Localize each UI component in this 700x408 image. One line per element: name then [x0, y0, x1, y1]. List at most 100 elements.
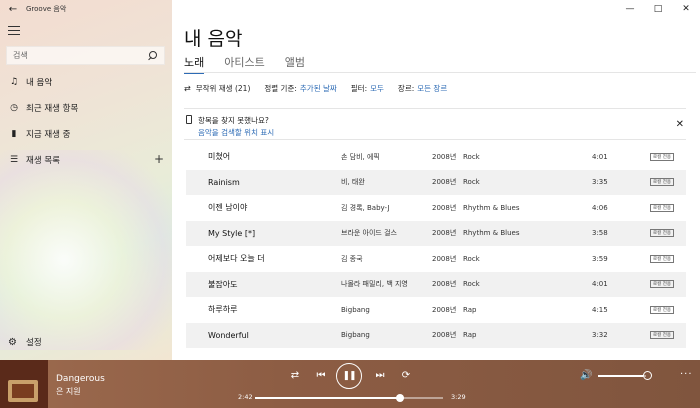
song-row[interactable]: Wonderful Bigbang 2008년 Rap 3:32 로컬 전용 [186, 322, 686, 348]
song-duration: 3:32 [592, 331, 608, 340]
pause-button[interactable]: ❚❚ [336, 363, 362, 389]
song-year: 2008년 [432, 229, 457, 238]
window-controls: — □ ✕ [616, 0, 700, 18]
local-only-badge: 로컬 전용 [650, 203, 674, 212]
song-genre: Rock [463, 254, 480, 263]
more-options-icon[interactable]: ··· [680, 369, 693, 380]
song-title: 하루하루 [208, 305, 238, 315]
show-music-locations-link[interactable]: 음악을 검색할 위치 표시 [198, 127, 274, 138]
local-only-badge: 로컬 전용 [650, 229, 674, 238]
genre-dropdown[interactable]: 장르: 모든 장르 [398, 83, 447, 94]
settings-button[interactable]: ⚙ 설정 [0, 334, 172, 350]
volume-handle[interactable] [643, 371, 652, 380]
nav-item-now-playing[interactable]: ▮ 지금 재생 중 [0, 125, 172, 143]
song-year: 2008년 [432, 178, 457, 187]
song-genre: Rhythm & Blues [463, 203, 520, 212]
title-bar: ← Groove 음악 [0, 0, 66, 18]
search-icon[interactable] [148, 50, 158, 61]
song-genre: Rap [463, 305, 477, 314]
shuffle-button[interactable]: ⇄ [288, 368, 302, 382]
song-row[interactable]: My Style [*] 브라운 아이드 걸스 2008년 Rhythm & Blue… [186, 220, 686, 246]
now-playing-title[interactable]: Dangerous [56, 374, 105, 384]
genre-value: 모든 장르 [417, 84, 448, 93]
song-duration: 4:15 [592, 305, 608, 314]
pause-icon: ❚❚ [342, 371, 356, 381]
album-art[interactable] [0, 360, 48, 408]
song-duration: 3:58 [592, 229, 608, 238]
song-artist: Bigbang [341, 305, 370, 314]
gear-icon: ⚙ [8, 336, 17, 348]
search-box[interactable] [6, 46, 165, 65]
song-title: My Style [*] [208, 228, 256, 238]
tab-songs[interactable]: 노래 [184, 54, 205, 74]
tab-artists[interactable]: 아티스트 [224, 54, 264, 74]
main-content: — □ ✕ 내 음악 노래 아티스트 앨범 ⇄ 무작위 재생 (21) 정렬 기… [172, 0, 700, 360]
song-title: Rainism [208, 177, 240, 187]
song-year: 2008년 [432, 331, 457, 340]
local-only-badge: 로컬 전용 [650, 178, 674, 187]
tab-bar: 노래 아티스트 앨범 [184, 54, 325, 74]
back-button[interactable]: ← [0, 0, 26, 18]
song-year: 2008년 [432, 152, 457, 161]
bars-icon: ▮ [11, 129, 17, 139]
song-artist: 브라운 아이드 걸스 [341, 229, 397, 238]
nav-item-my-music[interactable]: ♫ 내 음악 [0, 73, 172, 91]
song-title: 어제보다 오늘 더 [208, 254, 265, 264]
song-row[interactable]: 하루하루 Bigbang 2008년 Rap 4:15 로컬 전용 [186, 297, 686, 323]
skip-back-icon: ⏮ [316, 369, 326, 381]
album-art-center [12, 384, 34, 398]
player-bar: Dangerous 은 지원 ⇄ ⏮ ❚❚ ⏭ ⟳ 2:42 3:29 🔊 ··… [0, 360, 700, 408]
song-year: 2008년 [432, 254, 457, 263]
song-title: Wonderful [208, 330, 249, 340]
sort-label: 정렬 기준: [264, 84, 297, 93]
minimize-button[interactable]: — [616, 0, 644, 18]
seek-bar[interactable] [255, 394, 443, 402]
song-row[interactable]: 불잡아도 나몰라 패밀리, 백 지영 2008년 Rock 4:01 로컬 전용 [186, 271, 686, 297]
close-window-button[interactable]: ✕ [672, 0, 700, 18]
shuffle-all-button[interactable]: ⇄ 무작위 재생 (21) [184, 83, 250, 94]
tab-albums[interactable]: 앨범 [285, 54, 305, 74]
song-row[interactable]: 어제보다 오늘 더 김 종국 2008년 Rock 3:59 로컬 전용 [186, 246, 686, 272]
local-only-badge: 로컬 전용 [650, 254, 674, 263]
repeat-icon: ⟳ [401, 369, 411, 381]
filter-dropdown[interactable]: 필터: 모두 [351, 83, 384, 94]
volume-slider[interactable] [598, 375, 646, 377]
volume-icon[interactable]: 🔊 [580, 370, 592, 381]
tab-divider [184, 72, 696, 73]
song-duration: 4:01 [592, 152, 608, 161]
local-only-badge: 로컬 전용 [650, 152, 674, 161]
song-year: 2008년 [432, 280, 457, 289]
dismiss-notice-icon[interactable]: ✕ [676, 119, 684, 130]
filter-value: 모두 [370, 84, 384, 93]
hamburger-menu-icon[interactable] [8, 26, 20, 36]
nav-item-recent[interactable]: ◷ 최근 재생 항목 [0, 99, 172, 117]
sidebar: ← Groove 음악 ♫ 내 음악 ◷ 최근 재생 항목 ▮ 지금 재생 중 … [0, 0, 172, 360]
now-playing-artist[interactable]: 은 지원 [56, 386, 81, 397]
next-button[interactable]: ⏭ [373, 368, 387, 382]
sort-value: 추가된 날짜 [299, 84, 337, 93]
clock-icon: ◷ [10, 103, 18, 113]
song-duration: 3:35 [592, 178, 608, 187]
song-row[interactable]: Rainism 비, 태완 2008년 Rock 3:35 로컬 전용 [186, 169, 686, 195]
skip-forward-icon: ⏭ [375, 369, 385, 381]
repeat-button[interactable]: ⟳ [399, 368, 413, 382]
previous-button[interactable]: ⏮ [314, 368, 328, 382]
seek-handle[interactable] [395, 394, 404, 402]
search-input[interactable] [13, 51, 148, 60]
sort-dropdown[interactable]: 정렬 기준: 추가된 날짜 [264, 83, 336, 94]
nav-item-playlists[interactable]: ☰ 재생 목록 + [0, 151, 172, 169]
app-title: Groove 음악 [26, 5, 67, 13]
song-duration: 4:06 [592, 203, 608, 212]
song-genre: Rock [463, 178, 480, 187]
song-row[interactable]: 미쳤어 손 담비, 에픽 2008년 Rock 4:01 로컬 전용 [186, 144, 686, 170]
maximize-button[interactable]: □ [644, 0, 672, 18]
song-row[interactable]: 이젠 남이야 김 경록, Baby-J 2008년 Rhythm & Blues 4:0… [186, 195, 686, 221]
song-artist: Bigbang [341, 331, 370, 340]
song-title: 불잡아도 [208, 279, 238, 289]
missing-music-notice: 항목을 찾지 못했나요? 음악을 검색할 위치 표시 ✕ [184, 108, 686, 140]
add-playlist-icon[interactable]: + [154, 152, 164, 166]
song-title: 미쳤어 [208, 152, 231, 162]
page-title: 내 음악 [184, 28, 243, 50]
song-genre: Rap [463, 331, 477, 340]
total-time: 3:29 [451, 393, 466, 401]
